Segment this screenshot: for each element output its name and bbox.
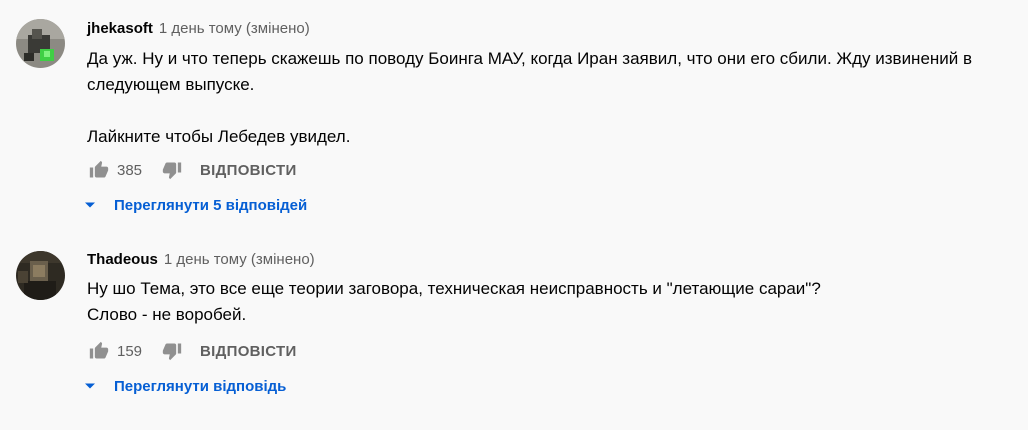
comment-time[interactable]: 1 день тому (змінено) <box>164 251 315 268</box>
dislike-button[interactable] <box>160 339 184 363</box>
caret-down-icon <box>83 198 97 212</box>
caret-down-icon <box>83 379 97 393</box>
comment-header: Thadeous 1 день тому (змінено) <box>87 251 315 269</box>
avatar-dark-photo-icon <box>16 251 65 300</box>
like-button[interactable] <box>87 339 111 363</box>
comment-text: Да уж. Ну и что теперь скажешь по поводу… <box>87 46 1017 150</box>
dislike-button[interactable] <box>160 158 184 182</box>
view-replies-label[interactable]: Переглянути відповідь <box>114 378 286 395</box>
view-replies-button[interactable]: Переглянути 5 відповідей <box>83 194 307 216</box>
comment-actions: 159 ВІДПОВІСТИ <box>87 339 297 363</box>
comment-time[interactable]: 1 день тому (змінено) <box>159 20 310 37</box>
comment-text-line: Лайкните чтобы Лебедев увидел. <box>87 127 351 146</box>
avatar[interactable] <box>16 19 65 68</box>
like-button[interactable] <box>87 158 111 182</box>
comment-text: Ну шо Тема, это все еще теории заговора,… <box>87 276 1017 328</box>
reply-button[interactable]: ВІДПОВІСТИ <box>200 162 297 179</box>
comment-text-line: Слово - не воробей. <box>87 305 247 324</box>
view-replies-button[interactable]: Переглянути відповідь <box>83 375 286 397</box>
reply-button[interactable]: ВІДПОВІСТИ <box>200 343 297 360</box>
thumbs-down-icon <box>162 343 182 361</box>
comment-text-line: Ну шо Тема, это все еще теории заговора,… <box>87 279 821 298</box>
comment-header: jhekasoft 1 день тому (змінено) <box>87 20 310 38</box>
comment-text-line: Да уж. Ну и что теперь скажешь по поводу… <box>87 49 973 68</box>
thumbs-up-icon <box>89 341 109 359</box>
like-count: 385 <box>117 161 143 179</box>
comment-text-line <box>87 98 1017 124</box>
avatar[interactable] <box>16 251 65 300</box>
thumbs-down-icon <box>162 162 182 180</box>
thumbs-up-icon <box>89 160 109 178</box>
like-count: 159 <box>117 342 143 360</box>
comment-author[interactable]: Thadeous <box>87 251 158 268</box>
view-replies-label[interactable]: Переглянути 5 відповідей <box>114 197 307 214</box>
avatar-green-robot-icon <box>16 19 65 68</box>
comment-author[interactable]: jhekasoft <box>87 20 153 37</box>
comment-actions: 385 ВІДПОВІСТИ <box>87 158 297 182</box>
comment-text-line: следующем выпуске. <box>87 75 255 94</box>
